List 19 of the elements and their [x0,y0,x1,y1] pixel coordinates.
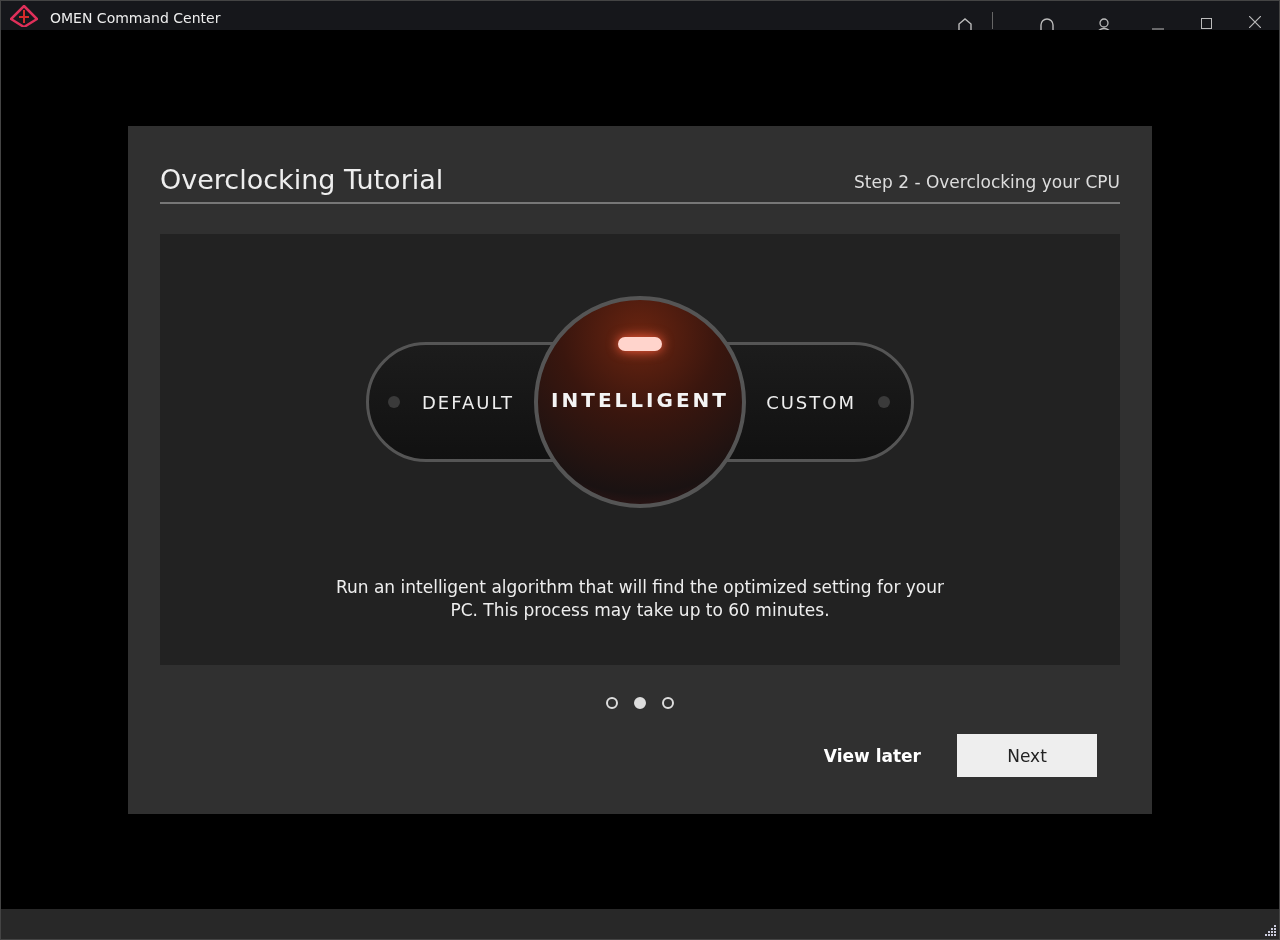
resize-grip-icon[interactable] [1265,925,1277,937]
window-title: OMEN Command Center [50,10,221,26]
diamond-logo-icon [10,5,38,27]
mode-option[interactable]: CUSTOM [746,342,914,462]
bell-icon[interactable] [1040,18,1054,30]
step-label: Step 2 - Overclocking your CPU [854,172,1120,192]
maximize-icon[interactable] [1201,18,1212,29]
mode-option[interactable]: DEFAULT [366,342,534,462]
user-icon[interactable] [1096,18,1112,30]
dialog-title: Overclocking Tutorial [160,164,444,195]
next-button[interactable]: Next [957,734,1097,777]
page-indicator-dot[interactable] [606,697,618,709]
mode-knob[interactable]: INTELLIGENT [534,296,746,508]
close-icon[interactable] [1249,16,1261,28]
page-indicator-dot[interactable] [634,697,646,709]
mode-description: Run an intelligent algorithm that will find the optimized setting for your PC. This process may take up to 60 minutes. [334,576,946,622]
home-icon[interactable] [957,18,973,30]
page-indicator-dot[interactable] [662,697,674,709]
view-later-button[interactable]: View later [823,745,921,766]
